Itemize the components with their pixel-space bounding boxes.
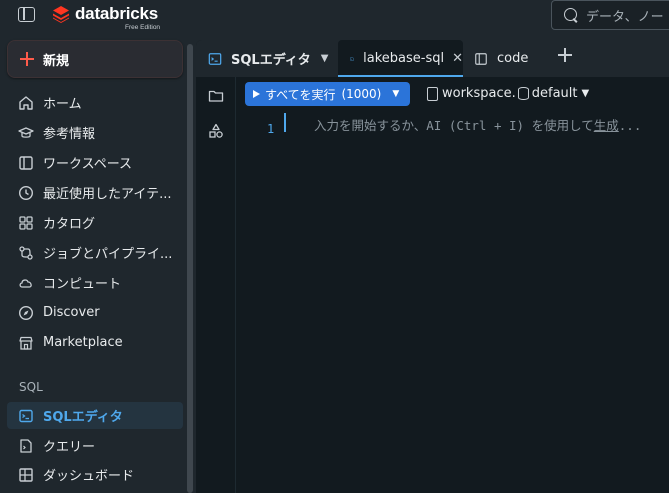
- placeholder-text: 入力を開始するか、AI (Ctrl + I) を使用して: [314, 118, 594, 133]
- workspace-icon: [18, 155, 34, 171]
- dashboard-icon: [18, 467, 34, 483]
- sidebar-item-sql-editor[interactable]: SQLエディタ: [7, 402, 183, 429]
- sidebar-item-home[interactable]: ホーム: [7, 89, 183, 116]
- tab-code[interactable]: code: [462, 40, 542, 77]
- sql-file-icon: [350, 56, 354, 61]
- sidebar-item-label: カタログ: [43, 217, 96, 232]
- sidebar-item-label: ダッシュボード: [43, 469, 135, 484]
- graduation-cap-icon: [18, 125, 34, 141]
- line-number: 1: [267, 122, 275, 136]
- schema-name: default: [531, 86, 578, 101]
- compass-icon: [18, 305, 34, 321]
- sidebar-item-label: Marketplace: [43, 335, 123, 350]
- tab-bar: SQLエディタ ▼ lakebase-sql ✕ code: [196, 40, 669, 77]
- workflow-icon: [18, 245, 34, 261]
- run-all-label: すべてを実行: [265, 87, 336, 102]
- catalog-icon: [18, 215, 34, 231]
- run-all-button[interactable]: すべてを実行 (1000) ▼: [245, 82, 410, 106]
- sidebar-item-jobs-pipelines[interactable]: ジョブとパイプライ...: [7, 239, 183, 266]
- sidebar-item-queries[interactable]: クエリー: [7, 432, 183, 459]
- sidebar: 新規 ホーム 参考情報 ワークスペース 最近使用したアイテ... カタログ ジョ…: [0, 33, 194, 493]
- sidebar-item-label: 参考情報: [43, 127, 96, 142]
- text-cursor: [284, 113, 286, 132]
- database-icon: [517, 87, 529, 100]
- tab-sql-editor[interactable]: SQLエディタ ▼: [196, 40, 336, 77]
- chevron-down-icon[interactable]: ▼: [392, 89, 399, 99]
- generate-link[interactable]: 生成: [594, 118, 619, 133]
- plus-icon: [20, 52, 34, 66]
- tab-label: code: [497, 51, 529, 66]
- edition-label: Free Edition: [125, 24, 161, 31]
- sidebar-item-discover[interactable]: Discover: [7, 299, 183, 326]
- sidebar-toggle-icon[interactable]: [18, 7, 35, 22]
- tab-label: SQLエディタ: [231, 53, 311, 68]
- tab-label: lakebase-sql: [363, 51, 445, 66]
- search-box[interactable]: データ、ノー: [551, 0, 669, 30]
- chevron-down-icon: ▼: [581, 88, 590, 99]
- editor-input[interactable]: 入力を開始するか、AI (Ctrl + I) を使用して生成...: [314, 115, 641, 134]
- placeholder-ellipsis: ...: [618, 118, 642, 133]
- tab-lakebase-sql[interactable]: lakebase-sql ✕: [338, 40, 463, 77]
- catalog-schema-selector[interactable]: workspace . default ▼: [427, 86, 589, 101]
- notebook-icon: [475, 52, 487, 65]
- sidebar-item-label: ワークスペース: [43, 157, 133, 172]
- query-icon: [18, 438, 34, 454]
- sidebar-item-label: SQLエディタ: [43, 410, 123, 425]
- home-icon: [18, 95, 34, 111]
- catalog-book-icon: [427, 86, 438, 101]
- run-limit-label: (1000): [341, 87, 382, 101]
- sql-editor-icon: [18, 408, 34, 424]
- sidebar-item-label: ジョブとパイプライ...: [43, 247, 173, 262]
- sidebar-item-label: ホーム: [43, 97, 82, 112]
- sql-section-title: SQL: [19, 380, 43, 394]
- logo-text: databricks: [75, 4, 159, 23]
- top-header: databricks Free Edition データ、ノー: [0, 0, 669, 33]
- sql-editor-icon: [208, 52, 222, 65]
- play-icon: [253, 90, 260, 98]
- editor-left-rail: [196, 77, 236, 493]
- chevron-down-icon[interactable]: ▼: [321, 53, 329, 64]
- new-button[interactable]: 新規: [7, 40, 183, 78]
- sidebar-item-catalog[interactable]: カタログ: [7, 209, 183, 236]
- sidebar-item-compute[interactable]: コンピュート: [7, 269, 183, 296]
- sidebar-item-learning[interactable]: 参考情報: [7, 119, 183, 146]
- new-button-label: 新規: [43, 53, 70, 69]
- shapes-icon[interactable]: [208, 123, 224, 139]
- sidebar-item-label: クエリー: [43, 440, 96, 455]
- sidebar-item-marketplace[interactable]: Marketplace: [7, 329, 183, 356]
- catalog-name: workspace: [442, 86, 512, 101]
- add-tab-icon[interactable]: [558, 48, 572, 62]
- sidebar-item-dashboards[interactable]: ダッシュボード: [7, 461, 183, 488]
- clock-icon: [18, 185, 34, 201]
- sidebar-item-label: 最近使用したアイテ...: [43, 187, 172, 202]
- sidebar-scrollbar[interactable]: [187, 44, 193, 493]
- databricks-logo[interactable]: databricks: [52, 4, 158, 24]
- sidebar-item-label: Discover: [43, 305, 100, 320]
- editor-pane: SQLエディタ ▼ lakebase-sql ✕ code すべてを実行 (10…: [196, 40, 669, 493]
- storefront-icon: [18, 335, 34, 351]
- catalog-separator: .: [511, 86, 516, 101]
- cloud-icon: [18, 275, 34, 291]
- search-icon: [564, 8, 578, 22]
- sidebar-item-label: コンピュート: [43, 277, 122, 292]
- sidebar-item-workspace[interactable]: ワークスペース: [7, 149, 183, 176]
- folder-icon[interactable]: [208, 88, 224, 104]
- databricks-logo-icon: [53, 6, 69, 23]
- sidebar-item-recents[interactable]: 最近使用したアイテ...: [7, 179, 183, 206]
- search-input[interactable]: データ、ノー: [586, 6, 664, 25]
